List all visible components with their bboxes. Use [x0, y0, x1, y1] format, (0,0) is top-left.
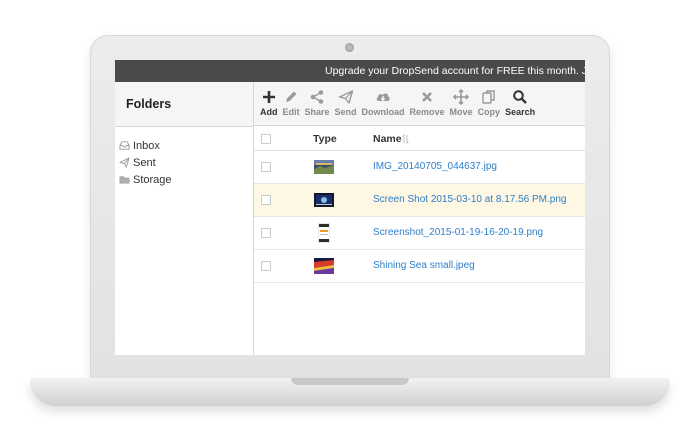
x-icon	[422, 92, 432, 102]
type-column-header: Type	[313, 133, 337, 145]
folder-label-inbox: Inbox	[133, 139, 160, 152]
share-button[interactable]: Share	[305, 82, 330, 117]
folder-item-inbox[interactable]: Inbox	[119, 137, 253, 154]
copy-label: Copy	[477, 107, 501, 117]
remove-label: Remove	[409, 107, 445, 117]
edit-label: Edit	[282, 107, 300, 117]
laptop-notch	[291, 378, 409, 385]
name-column-header[interactable]: Name	[373, 133, 402, 145]
file-table-header: Type Name	[254, 127, 585, 151]
table-row[interactable]: Screen Shot 2015-03-10 at 8.17.56 PM.png	[254, 184, 585, 217]
copy-button[interactable]: Copy	[477, 82, 501, 117]
send-button[interactable]: Send	[335, 82, 357, 117]
row-checkbox[interactable]	[261, 162, 271, 172]
search-icon	[513, 90, 527, 104]
image-thumbnail	[314, 160, 334, 174]
folder-icon	[119, 176, 130, 184]
image-thumbnail	[314, 258, 334, 274]
inbox-icon	[119, 141, 130, 150]
file-name-link[interactable]: Screen Shot 2015-03-10 at 8.17.56 PM.png	[373, 194, 566, 205]
select-all-checkbox[interactable]	[261, 134, 271, 144]
folders-panel: Folders Inbox Sent Storage	[115, 82, 254, 355]
remove-button[interactable]: Remove	[410, 82, 445, 117]
share-icon	[310, 90, 324, 104]
pencil-icon	[286, 91, 297, 102]
row-checkbox[interactable]	[261, 228, 271, 238]
share-label: Share	[304, 107, 330, 117]
file-name-link[interactable]: IMG_20140705_044637.jpg	[373, 161, 497, 172]
table-row[interactable]: IMG_20140705_044637.jpg	[254, 151, 585, 184]
plus-icon	[262, 91, 275, 103]
copy-icon	[482, 90, 495, 104]
folder-label-sent: Sent	[133, 156, 156, 169]
table-row[interactable]: Screenshot_2015-01-19-16-20-19.png	[254, 217, 585, 250]
file-name-link[interactable]: Screenshot_2015-01-19-16-20-19.png	[373, 227, 543, 238]
table-row[interactable]: Shining Sea small.jpeg	[254, 250, 585, 283]
file-name-link[interactable]: Shining Sea small.jpeg	[373, 260, 475, 271]
add-label: Add	[260, 107, 278, 117]
upgrade-banner[interactable]: Upgrade your DropSend account for FREE t…	[115, 60, 585, 82]
download-label: Download	[361, 107, 405, 117]
move-label: Move	[449, 107, 473, 117]
search-label: Search	[505, 107, 536, 117]
move-arrows-icon	[453, 89, 470, 105]
folder-item-sent[interactable]: Sent	[119, 154, 253, 171]
folder-label-storage: Storage	[133, 173, 172, 186]
webcam-icon	[345, 43, 354, 52]
app-screen: Upgrade your DropSend account for FREE t…	[115, 60, 585, 355]
send-label: Send	[334, 107, 357, 117]
sort-icon[interactable]	[402, 134, 409, 144]
send-icon	[119, 157, 130, 168]
paper-plane-icon	[338, 90, 353, 104]
folder-item-storage[interactable]: Storage	[119, 171, 253, 188]
toolbar: Add Edit Share Send Download Remove Move…	[254, 82, 585, 126]
search-button[interactable]: Search	[505, 82, 535, 117]
cloud-download-icon	[376, 93, 390, 102]
download-button[interactable]: Download	[362, 82, 405, 117]
edit-button[interactable]: Edit	[283, 82, 300, 117]
move-button[interactable]: Move	[450, 82, 473, 117]
image-thumbnail	[314, 193, 334, 207]
add-button[interactable]: Add	[260, 82, 278, 117]
file-table: Type Name IMG_20140705_044637.jpg Screen…	[254, 127, 585, 355]
upgrade-banner-text: Upgrade your DropSend account for FREE t…	[325, 65, 585, 77]
image-thumbnail	[318, 223, 330, 243]
folder-list: Inbox Sent Storage	[115, 127, 253, 188]
row-checkbox[interactable]	[261, 195, 271, 205]
row-checkbox[interactable]	[261, 261, 271, 271]
folders-title: Folders	[115, 82, 253, 127]
